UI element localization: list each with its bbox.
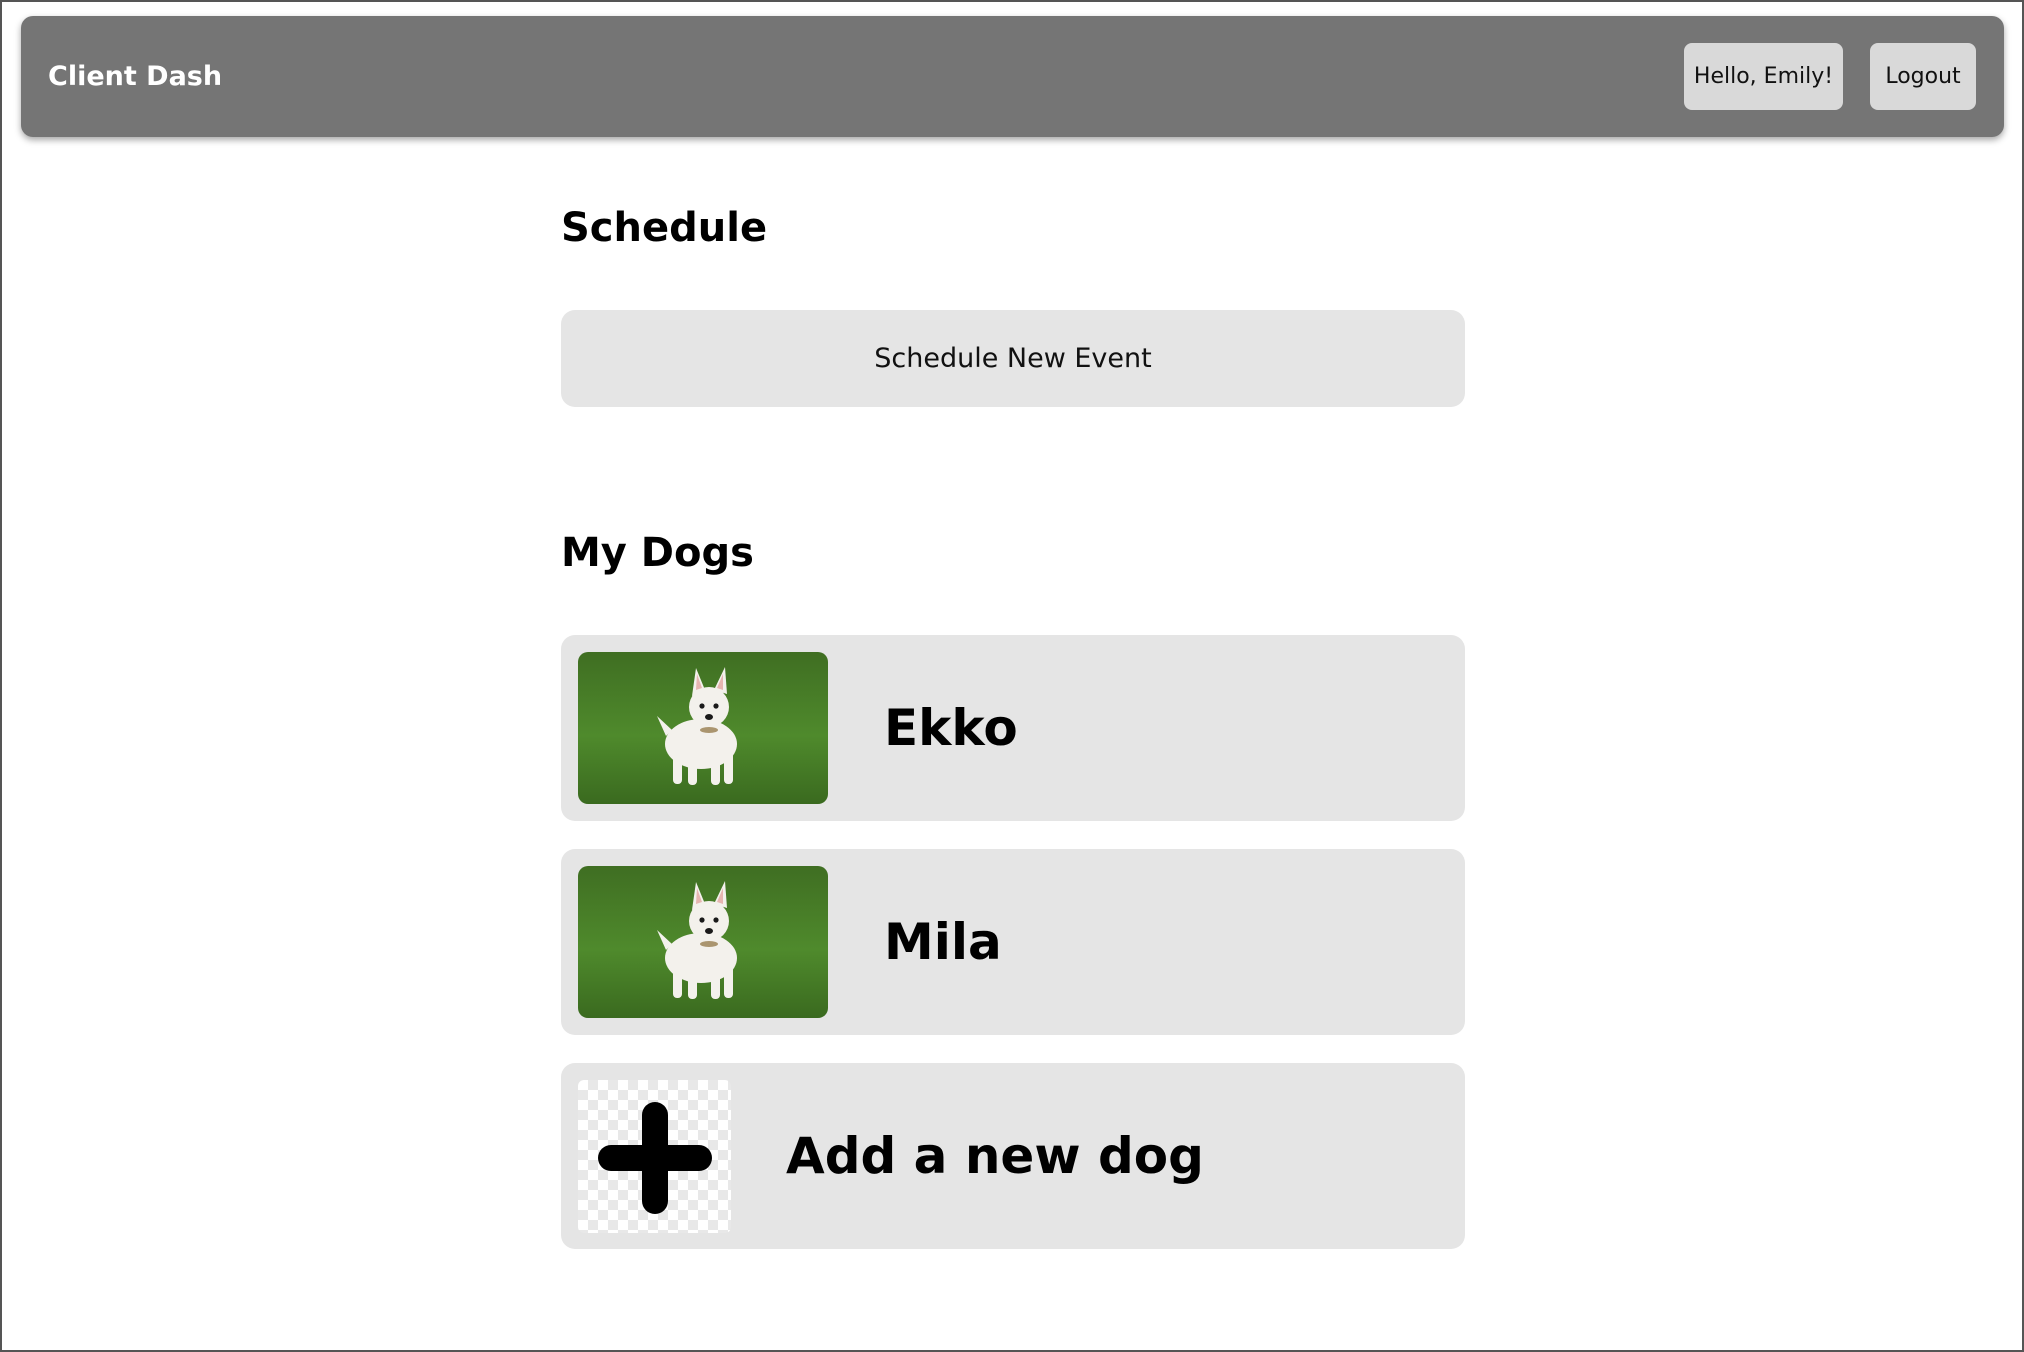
my-dogs-heading: My Dogs <box>561 530 754 576</box>
plus-icon <box>598 1102 712 1214</box>
dog-photo <box>578 866 828 1018</box>
dog-card[interactable]: Mila <box>561 849 1465 1035</box>
brand-title[interactable]: Client Dash <box>48 16 222 137</box>
add-dog-thumbnail <box>578 1080 731 1233</box>
schedule-new-event-button[interactable]: Schedule New Event <box>561 310 1465 407</box>
dog-photo <box>578 652 828 804</box>
dog-name: Mila <box>884 913 1002 971</box>
greeting-button[interactable]: Hello, Emily! <box>1684 43 1843 110</box>
add-dog-card[interactable]: Add a new dog <box>561 1063 1465 1249</box>
logout-button[interactable]: Logout <box>1870 43 1976 110</box>
schedule-heading: Schedule <box>561 205 768 251</box>
top-navbar: Client Dash Hello, Emily! Logout <box>21 16 2004 137</box>
dog-name: Ekko <box>884 699 1018 757</box>
dog-card[interactable]: Ekko <box>561 635 1465 821</box>
add-dog-label: Add a new dog <box>786 1127 1204 1185</box>
